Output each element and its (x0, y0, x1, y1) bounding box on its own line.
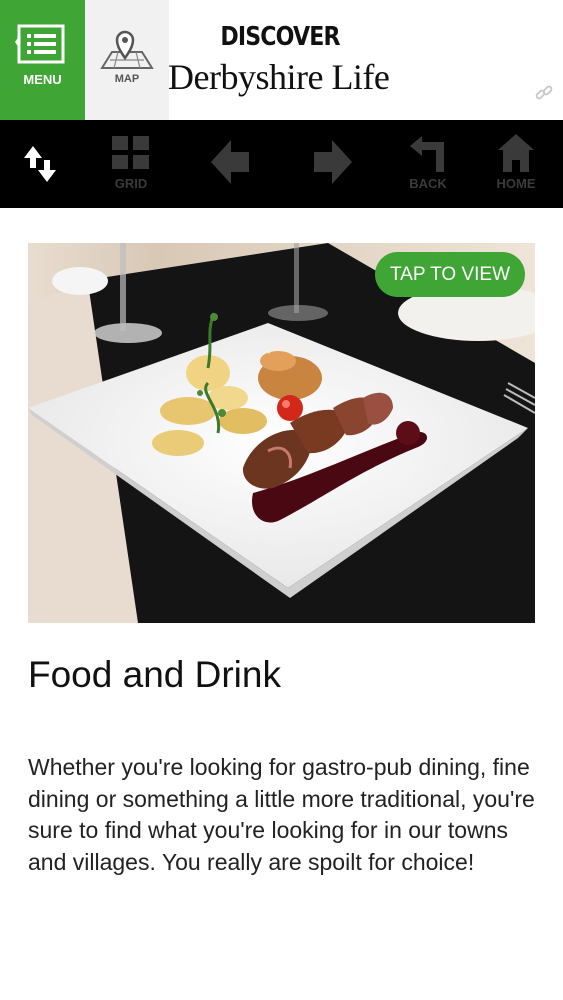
description-text: Whether you're looking for gastro-pub di… (28, 754, 535, 875)
map-button[interactable]: MAP (85, 0, 169, 120)
menu-button[interactable]: MENU (0, 0, 85, 120)
next-button[interactable] (308, 120, 358, 208)
arrow-right-icon (314, 140, 352, 184)
tap-to-view-button[interactable]: TAP TO VIEW (375, 252, 525, 297)
brand-discover: DISCOVER (220, 22, 340, 52)
grid-icon (112, 136, 149, 169)
menu-list-icon (15, 24, 65, 64)
nav-toolbar: GRID BACK HOME (0, 120, 563, 208)
grid-button[interactable]: GRID (101, 120, 161, 208)
map-label: MAP (114, 73, 140, 85)
menu-label: MENU (23, 72, 62, 87)
link-icon[interactable] (534, 84, 554, 104)
page-title: Food and Drink (28, 654, 281, 695)
map-pin-icon (100, 30, 154, 69)
sort-arrows-icon (24, 146, 56, 182)
plated-dish-image (28, 243, 535, 623)
home-icon (498, 134, 534, 172)
home-button[interactable]: HOME (486, 120, 546, 208)
previous-button[interactable] (205, 120, 255, 208)
back-button[interactable]: BACK (398, 120, 458, 208)
home-label: HOME (496, 176, 536, 191)
food-photo[interactable] (28, 243, 535, 623)
arrow-left-icon (211, 140, 249, 184)
back-arrow-icon (410, 136, 444, 172)
back-label: BACK (409, 176, 447, 191)
brand-title: Derbyshire Life (168, 57, 390, 97)
grid-label: GRID (114, 176, 148, 191)
sort-button[interactable] (18, 120, 68, 208)
app-header: MENU MAP DISCOVER Derbyshire Life (0, 0, 563, 120)
